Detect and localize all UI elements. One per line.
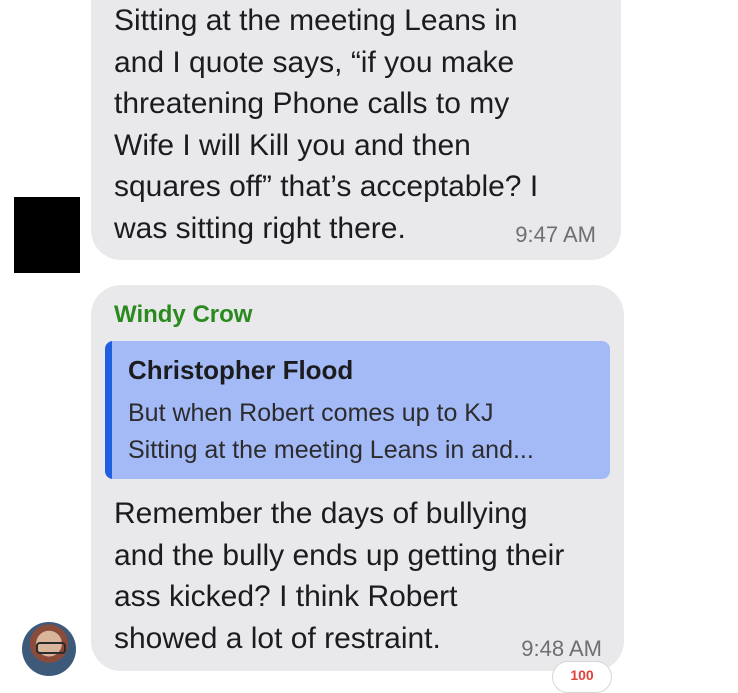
sender-name[interactable]: Windy Crow <box>114 301 252 329</box>
message-bubble[interactable]: Sitting at the meeting Leans in and I qu… <box>91 0 621 260</box>
message-text: Sitting at the meeting Leans in and I qu… <box>114 4 539 245</box>
quoted-text: But when Robert comes up to KJ Sitting a… <box>128 399 534 464</box>
message-timestamp: 9:48 AM <box>521 636 602 661</box>
message-timestamp: 9:47 AM <box>515 222 596 247</box>
quoted-author: Christopher Flood <box>128 355 354 385</box>
message-bubble[interactable]: Windy Crow Christopher Flood But when Ro… <box>91 285 624 671</box>
avatar-glasses <box>36 642 66 654</box>
quote-accent-bar <box>105 341 112 479</box>
message-text: Remember the days of bullying and the bu… <box>114 497 565 655</box>
quoted-reply[interactable]: Christopher Flood But when Robert comes … <box>105 341 610 479</box>
sender-avatar[interactable] <box>22 622 76 676</box>
redaction-block <box>14 197 80 273</box>
reaction-badge[interactable]: 100 <box>552 661 612 693</box>
hundred-points-icon: 100 <box>570 667 594 683</box>
